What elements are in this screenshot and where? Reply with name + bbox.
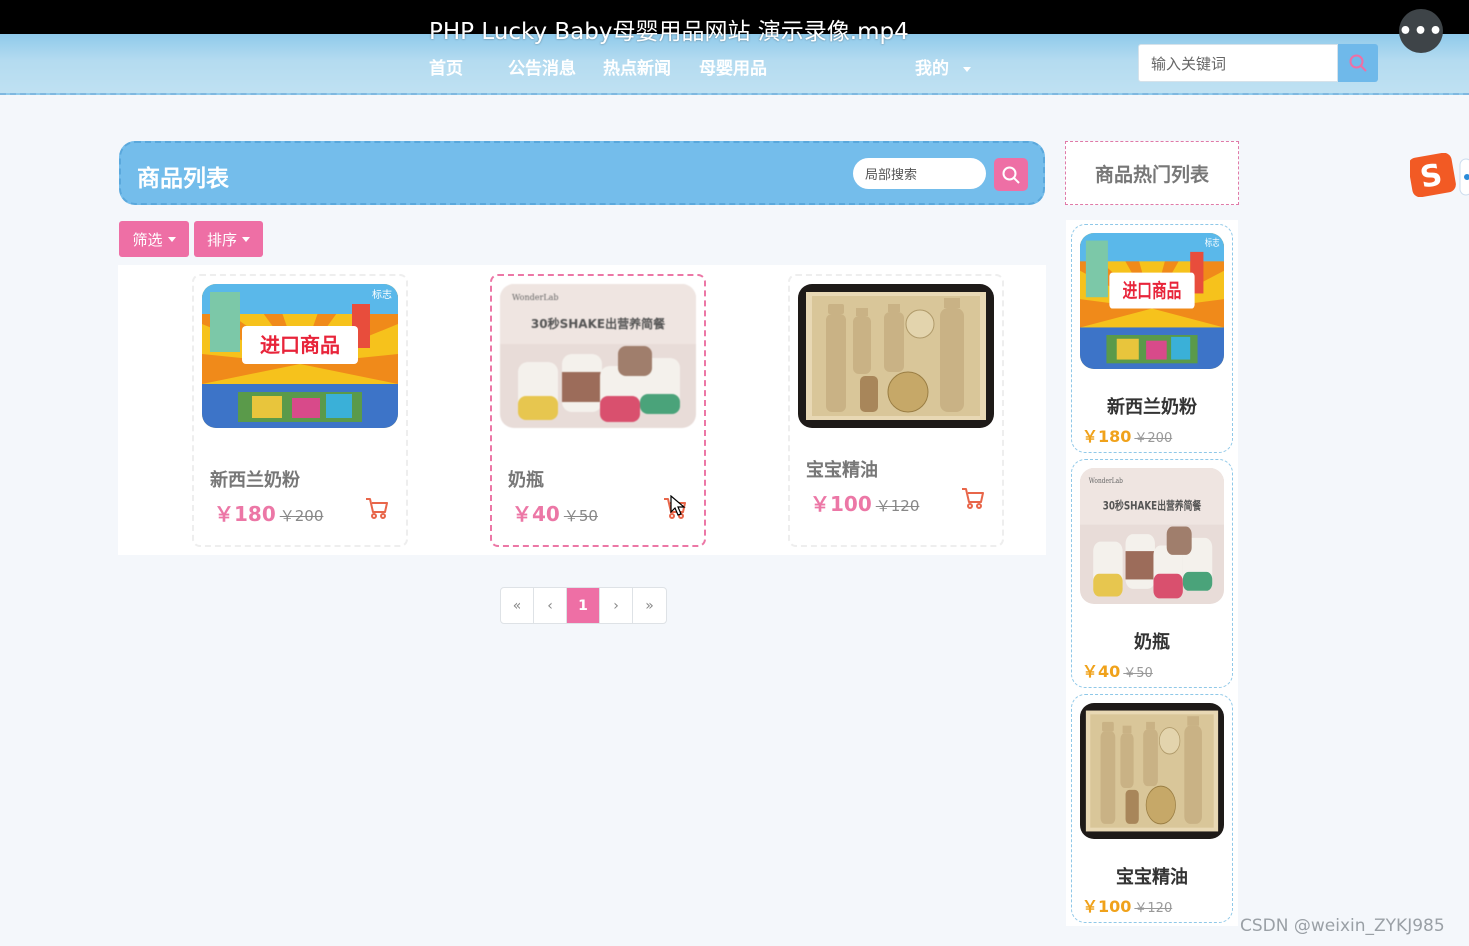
original-price: ￥200 <box>279 507 324 525</box>
filter-label: 筛选 <box>132 230 163 249</box>
top-search-placeholder: 输入关键词 <box>1151 54 1227 73</box>
product-name[interactable]: 新西兰奶粉 <box>210 466 300 492</box>
original-price: ￥50 <box>563 507 598 525</box>
product-image[interactable] <box>202 284 398 428</box>
nav-item-account[interactable]: 我的 <box>915 54 971 79</box>
hot-item-price: ￥100 ￥120 <box>1082 893 1172 917</box>
local-search-button[interactable] <box>994 158 1028 191</box>
product-price: ￥180 ￥200 <box>214 498 323 527</box>
current-price: ￥180 <box>1082 427 1132 446</box>
video-title: PHP Lucky Baby母婴用品网站 演示录像.mp4 <box>429 19 909 45</box>
product-price: ￥40 ￥50 <box>512 498 598 527</box>
local-search-input[interactable]: 局部搜索 <box>853 158 986 189</box>
product-name[interactable]: 奶瓶 <box>508 466 544 492</box>
sogou-logo-icon[interactable]: S <box>1410 153 1469 197</box>
original-price: ￥120 <box>875 497 920 515</box>
product-card[interactable]: 新西兰奶粉 ￥180 ￥200 <box>192 274 408 547</box>
top-search-button[interactable] <box>1338 44 1378 82</box>
caret-down-icon <box>167 236 176 242</box>
current-price: ￥100 <box>1082 897 1132 916</box>
nav-account-label: 我的 <box>915 59 949 79</box>
hot-item-card[interactable]: 奶瓶 ￥40 ￥50 <box>1071 459 1233 688</box>
current-price: ￥100 <box>810 492 872 516</box>
sort-dropdown-button[interactable]: 排序 <box>194 221 263 257</box>
hot-item-card[interactable]: 宝宝精油 ￥100 ￥120 <box>1071 694 1233 923</box>
hot-item-price: ￥40 ￥50 <box>1082 658 1153 682</box>
hot-item-name[interactable]: 新西兰奶粉 <box>1072 393 1232 419</box>
page-prev-button[interactable]: ‹ <box>534 588 567 623</box>
hot-item-card[interactable]: 新西兰奶粉 ￥180 ￥200 <box>1071 224 1233 453</box>
local-search-placeholder: 局部搜索 <box>865 168 918 183</box>
product-grid: 新西兰奶粉 ￥180 ￥200 奶瓶 ￥40 ￥50 宝宝精油 ￥100 ￥120 <box>118 265 1046 555</box>
product-price: ￥100 ￥120 <box>810 488 919 517</box>
hot-list-panel: 新西兰奶粉 ￥180 ￥200 奶瓶 ￥40 ￥50 宝宝精油 ￥100 ￥120 <box>1066 220 1238 926</box>
original-price: ￥50 <box>1123 666 1153 681</box>
top-search-input[interactable]: 输入关键词 <box>1138 44 1338 82</box>
nav-item-announcements[interactable]: 公告消息 <box>508 54 576 79</box>
cart-icon[interactable] <box>960 485 986 511</box>
sort-label: 排序 <box>206 230 237 249</box>
search-icon <box>1349 54 1367 72</box>
product-image[interactable] <box>500 284 696 428</box>
page-current-button[interactable]: 1 <box>567 588 600 623</box>
cart-icon[interactable] <box>364 495 390 521</box>
caret-down-icon <box>963 66 971 72</box>
page-last-button[interactable]: » <box>633 588 666 623</box>
more-options-button[interactable]: ••• <box>1398 9 1443 53</box>
nav-item-home[interactable]: 首页 <box>429 54 463 79</box>
current-price: ￥40 <box>1082 662 1121 681</box>
watermark: CSDN @weixin_ZYKJ985 <box>1240 916 1445 936</box>
hot-item-price: ￥180 ￥200 <box>1082 423 1172 447</box>
current-price: ￥180 <box>214 502 276 526</box>
original-price: ￥120 <box>1134 901 1173 916</box>
product-name[interactable]: 宝宝精油 <box>806 456 878 482</box>
page-next-button[interactable]: › <box>600 588 633 623</box>
product-list-header: 商品列表 局部搜索 <box>119 141 1045 205</box>
product-card[interactable]: 宝宝精油 ￥100 ￥120 <box>788 274 1004 547</box>
mouse-cursor-icon <box>670 495 686 516</box>
current-price: ￥40 <box>512 502 560 526</box>
filter-dropdown-button[interactable]: 筛选 <box>119 221 189 257</box>
search-icon <box>1002 166 1020 184</box>
hot-list-header: 商品热门列表 <box>1065 141 1239 205</box>
caret-down-icon <box>242 236 250 242</box>
hot-item-image[interactable] <box>1080 468 1224 604</box>
product-image[interactable] <box>798 284 994 428</box>
nav-item-baby-products[interactable]: 母婴用品 <box>699 54 767 79</box>
hot-item-name[interactable]: 奶瓶 <box>1072 628 1232 654</box>
nav-item-hot-news[interactable]: 热点新闻 <box>603 54 671 79</box>
hot-item-name[interactable]: 宝宝精油 <box>1072 863 1232 889</box>
original-price: ￥200 <box>1134 431 1173 446</box>
page-first-button[interactable]: « <box>501 588 534 623</box>
product-list-title: 商品列表 <box>137 166 229 192</box>
pagination: « ‹ 1 › » <box>500 587 667 624</box>
hot-item-image[interactable] <box>1080 703 1224 839</box>
hot-item-image[interactable] <box>1080 233 1224 369</box>
